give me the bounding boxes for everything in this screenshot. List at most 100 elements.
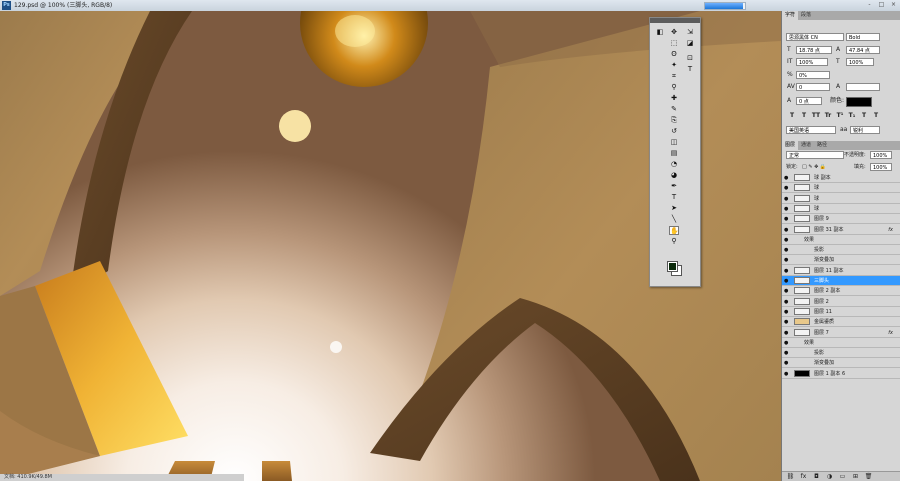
type-style-button[interactable]: T₁ bbox=[846, 112, 858, 120]
layer-row[interactable]: ● 球 副本 bbox=[782, 173, 900, 183]
type-style-button[interactable]: T bbox=[870, 112, 882, 120]
visibility-eye-icon[interactable]: ● bbox=[784, 257, 790, 263]
trash-icon[interactable]: 🗑 bbox=[864, 472, 873, 481]
fx-icon[interactable]: fx bbox=[799, 472, 808, 481]
eraser-icon[interactable]: ◫ bbox=[669, 138, 679, 147]
visibility-eye-icon[interactable]: ● bbox=[784, 247, 790, 253]
tab-channels[interactable]: 通道 bbox=[798, 141, 814, 150]
healing-icon[interactable]: ✚ bbox=[669, 94, 679, 103]
type-icon[interactable]: T bbox=[669, 193, 679, 202]
layer-row[interactable]: ● 球 bbox=[782, 183, 900, 194]
opacity-field[interactable]: 100% bbox=[870, 151, 892, 159]
visibility-eye-icon[interactable]: ● bbox=[784, 216, 790, 222]
maximize-button[interactable]: □ bbox=[876, 1, 887, 9]
tracking-amount-field[interactable] bbox=[846, 83, 880, 91]
history-brush-icon[interactable]: ↺ bbox=[669, 127, 679, 136]
layer-row[interactable]: ● 金属鎏质 bbox=[782, 317, 900, 328]
layer-row[interactable]: ● 图层 2 副本 bbox=[782, 286, 900, 297]
visibility-eye-icon[interactable]: ● bbox=[784, 319, 790, 325]
tracking-field[interactable]: 0% bbox=[796, 71, 830, 79]
pen-icon[interactable]: ✒ bbox=[669, 182, 679, 191]
visibility-eye-icon[interactable]: ● bbox=[784, 185, 790, 191]
folder-icon[interactable]: ▭ bbox=[838, 472, 847, 481]
crop-icon[interactable]: ⌗ bbox=[669, 72, 679, 81]
visibility-eye-icon[interactable]: ● bbox=[784, 340, 790, 346]
layer-effect-row[interactable]: ● 效果 bbox=[782, 337, 900, 348]
marquee-icon[interactable]: ⬚ bbox=[669, 39, 679, 48]
visibility-eye-icon[interactable]: ● bbox=[784, 371, 790, 377]
actions-panel-icon[interactable]: ◪ bbox=[685, 39, 695, 48]
dodge-icon[interactable]: ◕ bbox=[669, 171, 679, 180]
adjust-icon[interactable]: ◑ bbox=[825, 472, 834, 481]
type-style-button[interactable]: T bbox=[798, 112, 810, 120]
visibility-eye-icon[interactable]: ● bbox=[784, 196, 790, 202]
layer-effect-row[interactable]: ● 投影 bbox=[782, 348, 900, 359]
tab-paths[interactable]: 路径 bbox=[814, 141, 830, 150]
type-style-button[interactable]: T bbox=[858, 112, 870, 120]
mask-icon[interactable]: ◘ bbox=[812, 472, 821, 481]
layer-effect-row[interactable]: ● 投影 bbox=[782, 245, 900, 256]
history-panel-icon[interactable]: ⇲ bbox=[685, 28, 695, 37]
zoom-icon[interactable]: ⚲ bbox=[669, 237, 679, 246]
move-icon[interactable]: ✥ bbox=[669, 28, 679, 37]
stamp-icon[interactable]: ⎘ bbox=[669, 116, 679, 125]
anti-alias-select[interactable]: 锐利 bbox=[850, 126, 880, 134]
font-style-select[interactable]: Bold bbox=[846, 33, 880, 41]
layer-row[interactable]: ● 图层 11 bbox=[782, 306, 900, 317]
hand-icon[interactable]: ✋ bbox=[669, 226, 679, 235]
quick-mask-icon[interactable]: ◧ bbox=[655, 28, 665, 37]
link-icon[interactable]: ⛓ bbox=[786, 472, 795, 481]
line-icon[interactable]: ╲ bbox=[669, 215, 679, 224]
layer-row[interactable]: ● 球 bbox=[782, 193, 900, 204]
layer-effect-row[interactable]: ● 渐变叠加 bbox=[782, 255, 900, 266]
layer-row[interactable]: ● 图层 7 fx bbox=[782, 327, 900, 338]
kerning-field[interactable]: 0 bbox=[796, 83, 830, 91]
visibility-eye-icon[interactable]: ● bbox=[784, 330, 790, 336]
blur-icon[interactable]: ◔ bbox=[669, 160, 679, 169]
magic-wand-icon[interactable]: ✦ bbox=[669, 61, 679, 70]
layer-row[interactable]: ● 图层 2 bbox=[782, 296, 900, 307]
tools-panel-header[interactable] bbox=[650, 18, 700, 23]
type-style-button[interactable]: T¹ bbox=[834, 112, 846, 120]
eyedropper-icon[interactable]: ⚲ bbox=[669, 83, 679, 92]
visibility-eye-icon[interactable]: ● bbox=[784, 227, 790, 233]
blend-mode-select[interactable]: 正常 bbox=[786, 151, 844, 159]
tab-character[interactable]: 字符 bbox=[782, 11, 799, 20]
visibility-eye-icon[interactable]: ● bbox=[784, 268, 790, 274]
type-style-button[interactable]: Tr bbox=[822, 112, 834, 120]
type-panel-icon[interactable]: T bbox=[685, 65, 695, 74]
layer-row[interactable]: ● 图层 11 副本 bbox=[782, 265, 900, 276]
horizontal-scale-field[interactable]: 100% bbox=[846, 58, 874, 66]
gradient-icon[interactable]: ▤ bbox=[669, 149, 679, 158]
layer-fx-icon[interactable]: fx bbox=[888, 328, 893, 338]
lasso-icon[interactable]: ʘ bbox=[669, 50, 679, 59]
tab-layers[interactable]: 图层 bbox=[782, 141, 799, 150]
layer-row[interactable]: ● 图层 1 副本 6 bbox=[782, 368, 900, 379]
type-style-button[interactable]: T bbox=[786, 112, 798, 120]
visibility-eye-icon[interactable]: ● bbox=[784, 350, 790, 356]
vertical-scale-field[interactable]: 100% bbox=[796, 58, 828, 66]
brush-panel-icon[interactable]: ⊡ bbox=[685, 54, 695, 63]
layer-row[interactable]: ● 球 bbox=[782, 203, 900, 214]
visibility-eye-icon[interactable]: ● bbox=[784, 206, 790, 212]
visibility-eye-icon[interactable]: ● bbox=[784, 278, 790, 284]
visibility-eye-icon[interactable]: ● bbox=[784, 288, 790, 294]
new-layer-icon[interactable]: ⊞ bbox=[851, 472, 860, 481]
brush-icon[interactable]: ✎ bbox=[669, 105, 679, 114]
path-select-icon[interactable]: ➤ bbox=[669, 204, 679, 213]
font-family-select[interactable]: 思源黑体 CN bbox=[786, 33, 844, 41]
visibility-eye-icon[interactable]: ● bbox=[784, 237, 790, 243]
close-button[interactable]: × bbox=[888, 1, 899, 9]
visibility-eye-icon[interactable]: ● bbox=[784, 299, 790, 305]
leading-field[interactable]: 47.84 点 bbox=[846, 46, 880, 54]
layer-row[interactable]: ● 图层 31 副本 fx bbox=[782, 224, 900, 235]
type-style-button[interactable]: TT bbox=[810, 112, 822, 120]
minimize-button[interactable]: - bbox=[864, 1, 875, 9]
text-color-swatch[interactable] bbox=[846, 97, 872, 107]
visibility-eye-icon[interactable]: ● bbox=[784, 175, 790, 181]
foreground-color-swatch[interactable] bbox=[668, 262, 677, 271]
language-select[interactable]: 美国英语 bbox=[786, 126, 836, 134]
visibility-eye-icon[interactable]: ● bbox=[784, 309, 790, 315]
layer-row[interactable]: ● 三脚头 bbox=[782, 276, 900, 286]
lock-icons[interactable]: □ ✎ ✥ 🔒 bbox=[802, 163, 826, 171]
